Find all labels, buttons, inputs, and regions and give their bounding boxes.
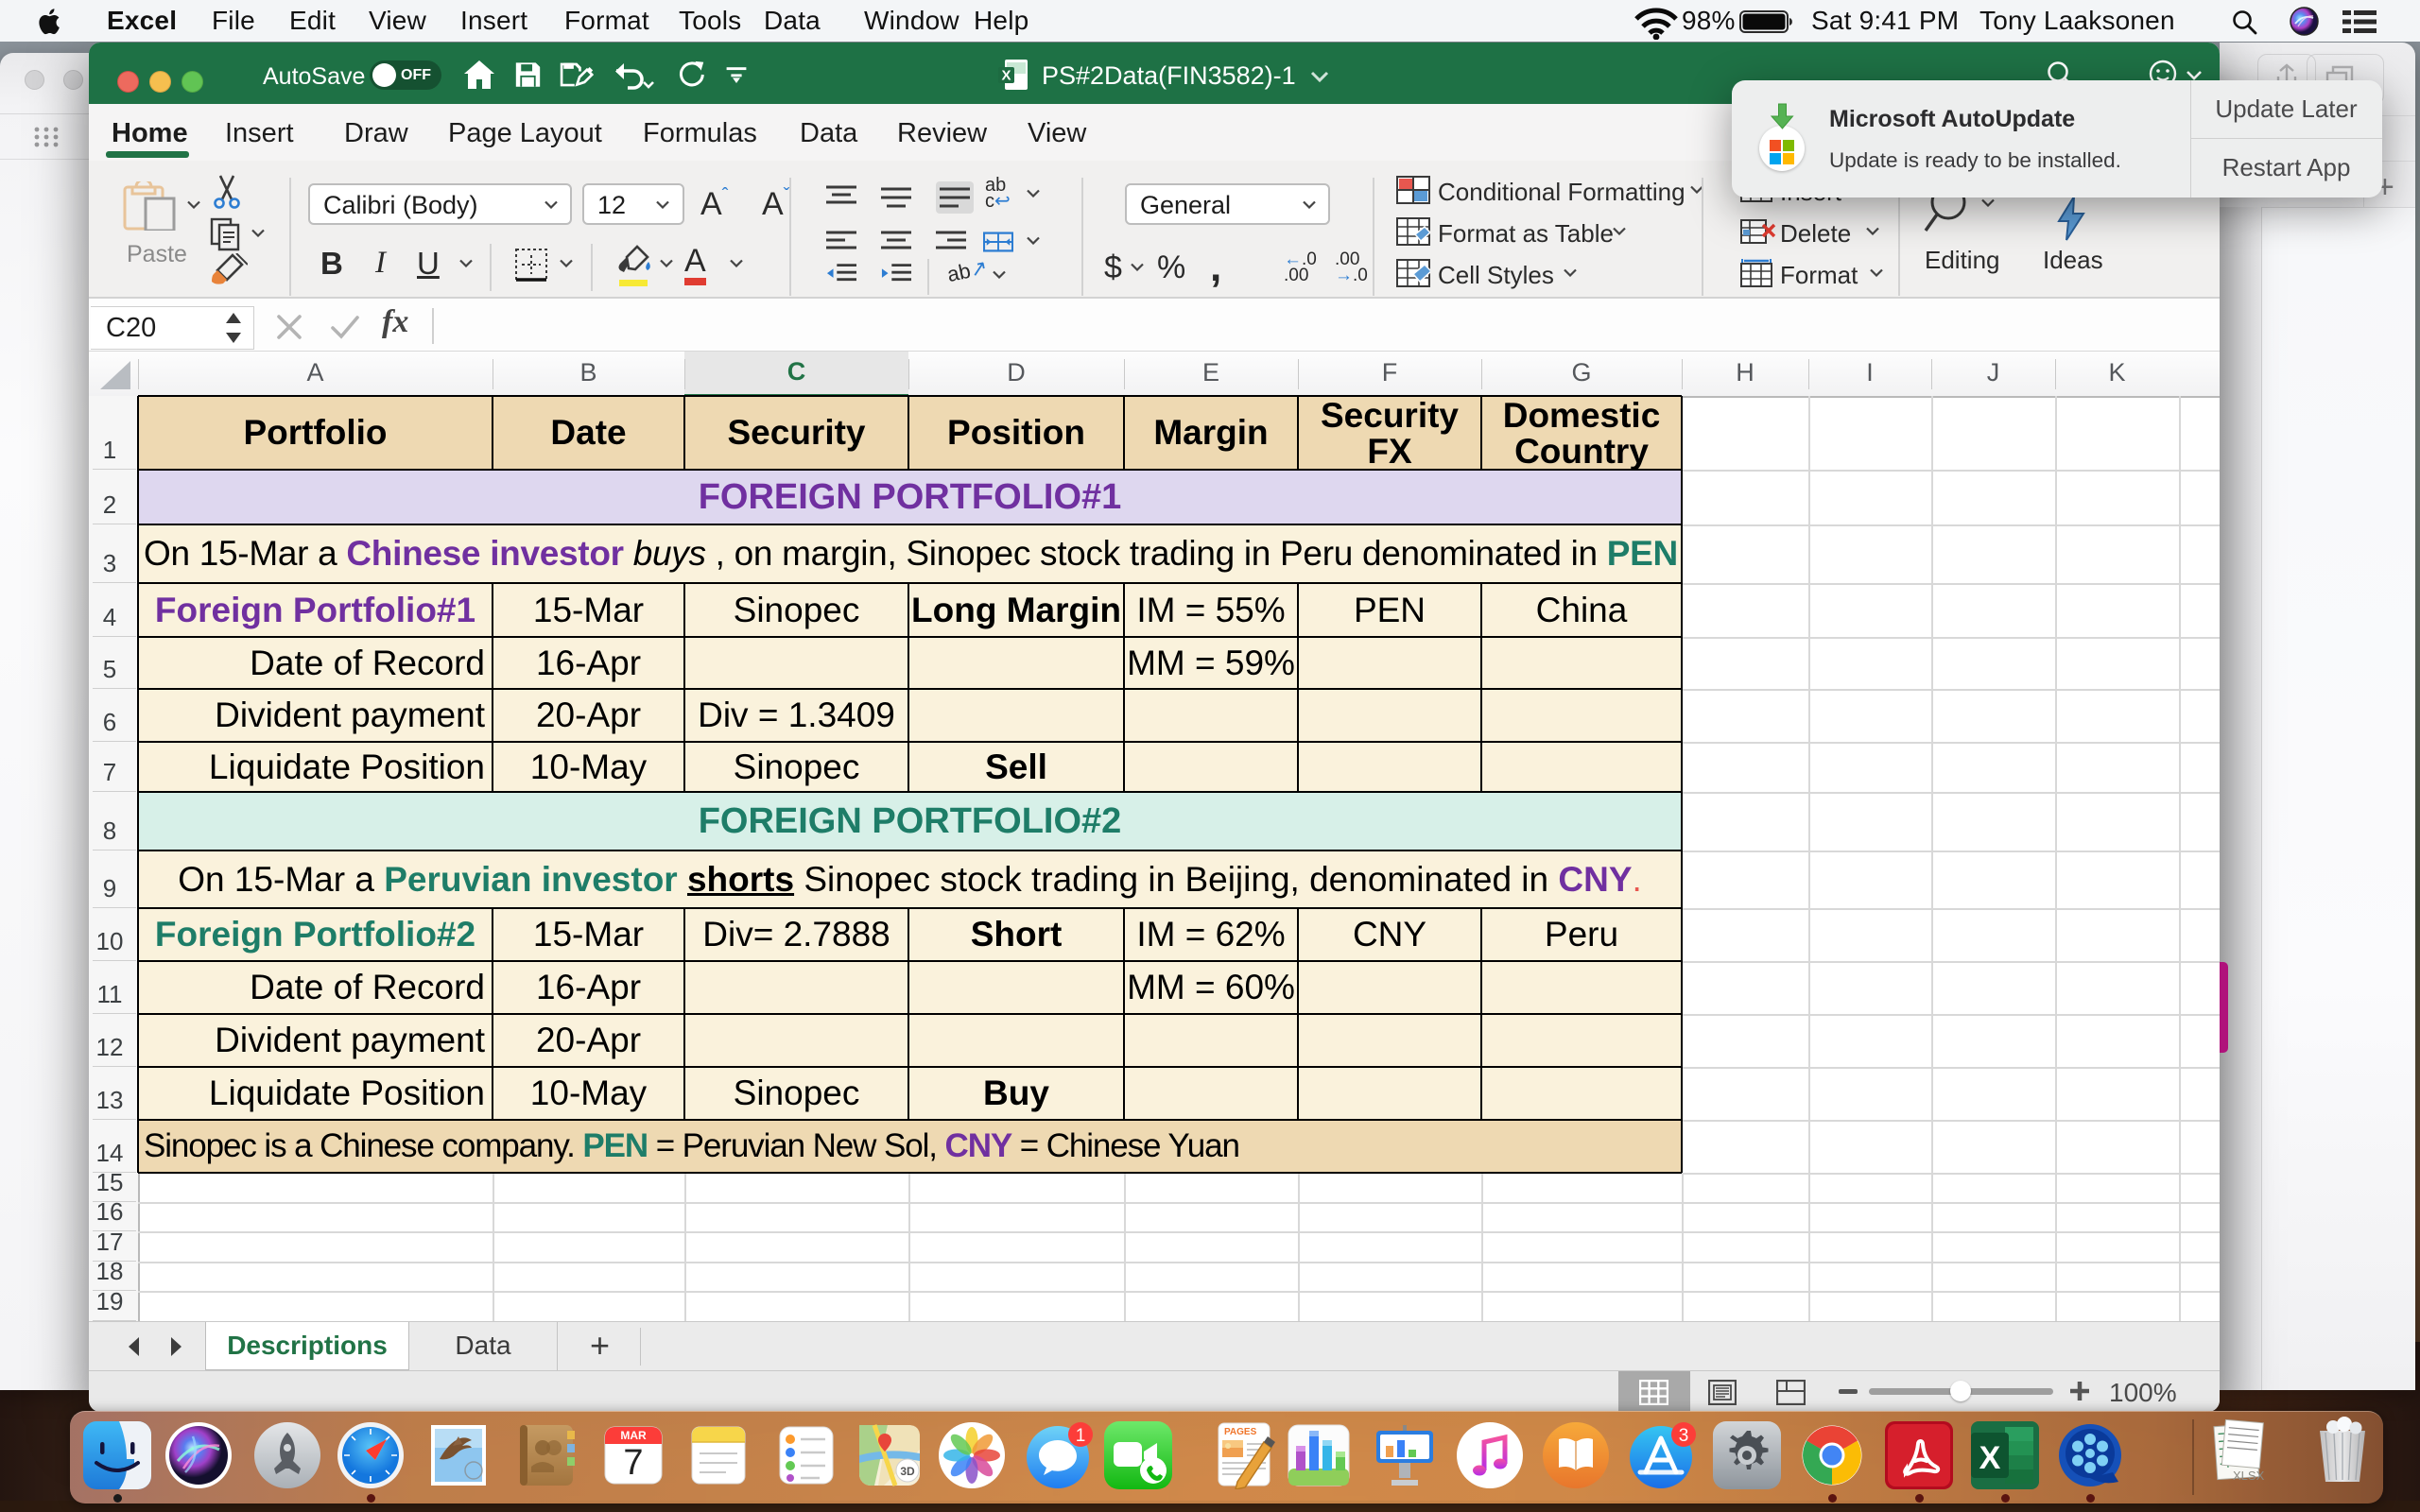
svg-text:1: 1 bbox=[1076, 1426, 1086, 1446]
svg-text:X: X bbox=[1979, 1440, 2001, 1476]
svg-text:XLSX: XLSX bbox=[2233, 1469, 2265, 1483]
svg-text:PAGES: PAGES bbox=[1224, 1427, 1257, 1437]
svg-text:3D: 3D bbox=[900, 1465, 915, 1478]
svg-text:X: X bbox=[1001, 68, 1011, 84]
svg-text:3: 3 bbox=[1679, 1426, 1689, 1446]
svg-text:MAR: MAR bbox=[620, 1429, 647, 1442]
svg-text:7: 7 bbox=[623, 1443, 643, 1483]
